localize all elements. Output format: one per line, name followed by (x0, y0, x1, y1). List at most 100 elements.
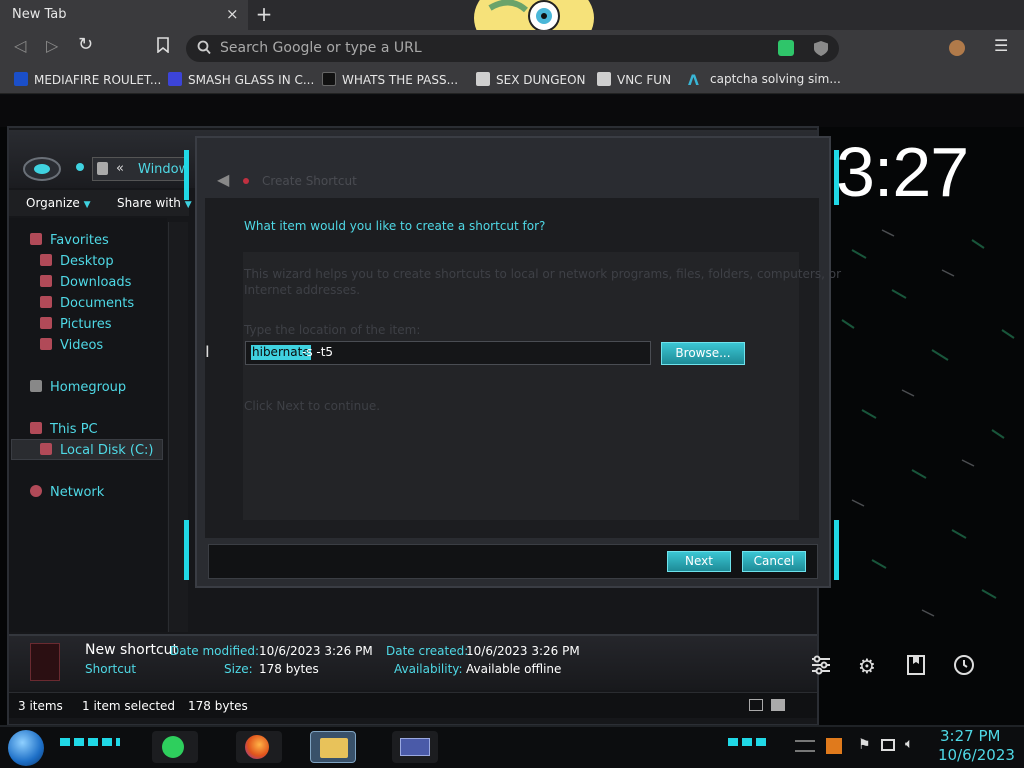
nav-label: Local Disk (C:) (60, 443, 154, 458)
nav-homegroup[interactable]: Homegroup (30, 380, 126, 395)
reload-icon[interactable]: ↻ (78, 34, 93, 55)
frame-glow-left-lower (184, 520, 189, 580)
nav-network[interactable]: Network (30, 485, 104, 500)
chevron-down-icon: ▼ (83, 200, 91, 210)
profile-avatar[interactable] (949, 40, 965, 56)
address-path: Window (138, 162, 190, 177)
next-button[interactable]: Next (667, 551, 731, 572)
picture-icon (40, 317, 52, 329)
video-icon (40, 338, 52, 350)
bookmark-whats-the-pass[interactable]: WHATS THE PASS... (322, 72, 458, 87)
flag-icon[interactable]: ⚑ (858, 737, 871, 753)
nav-label: Desktop (60, 254, 114, 269)
bookmark-label: VNC FUN (617, 73, 672, 87)
nav-downloads[interactable]: Downloads (40, 275, 131, 290)
nav-local-disk[interactable]: Local Disk (C:) (40, 443, 153, 458)
preview-view-icon[interactable] (771, 699, 785, 711)
taskbar-firefox[interactable] (236, 731, 282, 763)
dialog-icon (243, 178, 249, 184)
bookmark-widget-icon[interactable] (906, 654, 926, 681)
taskbar-spotify[interactable] (152, 731, 198, 763)
details-view-icon[interactable] (749, 699, 763, 711)
sliders-icon[interactable] (810, 654, 832, 681)
show-desktop-icon[interactable] (795, 740, 815, 752)
taskbar-glow-right (728, 738, 770, 746)
nav-label: Videos (60, 338, 104, 353)
continue-hint: Click Next to continue. (244, 399, 381, 413)
size-value: 178 bytes (259, 662, 319, 676)
bookmark-vnc-fun[interactable]: VNC FUN (597, 72, 671, 87)
bookmark-sex-dungeon[interactable]: SEX DUNGEON (476, 72, 586, 87)
bookmark-mediafire[interactable]: MEDIAFIRE ROULET... (14, 72, 161, 87)
organize-button[interactable]: Organize ▼ (26, 196, 91, 210)
selection-count: 1 item selected (82, 699, 176, 713)
search-icon (197, 40, 211, 60)
item-count: 3 items (18, 699, 63, 713)
shortcut-file-icon (30, 643, 60, 681)
cancel-button[interactable]: Cancel (742, 551, 806, 572)
nav-label: Homegroup (50, 380, 127, 395)
date-created-value: 10/6/2023 3:26 PM (466, 644, 580, 658)
bookmark-label: SEX DUNGEON (496, 73, 586, 87)
smash-icon (168, 72, 182, 86)
history-icon[interactable] (953, 654, 975, 681)
bookmark-smash-glass[interactable]: SMASH GLASS IN C... (168, 72, 314, 87)
nav-favorites[interactable]: Favorites (30, 233, 109, 248)
forward-icon[interactable]: ▷ (46, 36, 58, 55)
dialog-title: Create Shortcut (262, 174, 357, 188)
desktop-clock: 3:27 (836, 133, 969, 211)
nav-desktop[interactable]: Desktop (40, 254, 114, 269)
taskbar-dialog-app[interactable] (392, 731, 438, 763)
share-with-button[interactable]: Share with ▼ (117, 196, 192, 210)
bookmark-captcha[interactable]: Λcaptcha solving sim... (688, 72, 841, 89)
close-tab-icon[interactable]: × (226, 5, 239, 23)
nav-pictures[interactable]: Pictures (40, 317, 111, 332)
nav-orb-icon[interactable] (22, 155, 62, 187)
homegroup-icon (30, 380, 42, 392)
spotify-icon (162, 736, 184, 758)
gear-icon[interactable]: ⚙ (858, 654, 876, 678)
menu-icon[interactable]: ☰ (994, 36, 1008, 55)
desktop-wallpaper-streaks (841, 229, 1015, 617)
star-icon (30, 233, 42, 245)
wizard-intro: This wizard helps you to create shortcut… (244, 267, 842, 281)
nav-label: Network (50, 485, 105, 500)
start-button[interactable] (8, 730, 44, 766)
taskbar-explorer[interactable] (310, 731, 356, 763)
omnibox-placeholder: Search Google or type a URL (220, 40, 422, 56)
window-icon (400, 738, 430, 756)
mediafire-icon (14, 72, 28, 86)
tray-clock-time[interactable]: 3:27 PM (940, 727, 1000, 745)
captcha-icon: Λ (688, 73, 699, 89)
nav-label: Downloads (60, 275, 132, 290)
bookmark-icon[interactable] (157, 37, 169, 57)
share-with-label: Share with (117, 196, 181, 210)
nav-videos[interactable]: Videos (40, 338, 103, 353)
back-arrow-icon[interactable]: ◀ (217, 170, 229, 189)
volume-icon[interactable]: 🔈︎ (905, 736, 913, 752)
frame-glow-right-lower (834, 520, 839, 580)
nav-label: Documents (60, 296, 135, 311)
size-label: Size: (224, 662, 253, 676)
availability-label: Availability: (394, 662, 463, 676)
tray-app-icon[interactable] (826, 738, 842, 754)
new-tab-button[interactable]: + (253, 3, 275, 25)
bookmark-label: MEDIAFIRE ROULET... (34, 73, 162, 87)
tray-clock-date[interactable]: 10/6/2023 (938, 746, 1015, 764)
nav-this-pc[interactable]: This PC (30, 422, 98, 437)
shield-icon[interactable] (813, 40, 829, 61)
extension-icon[interactable] (778, 40, 794, 56)
breadcrumb-overflow[interactable]: « (116, 161, 124, 176)
browse-button[interactable]: Browse... (661, 342, 745, 365)
network-tray-icon[interactable] (881, 739, 895, 751)
browse-button-label: Browse... (661, 342, 745, 365)
download-icon (40, 275, 52, 287)
folder-icon (320, 738, 348, 758)
vnc-icon (476, 72, 490, 86)
location-input-text: -s -t5 (302, 345, 334, 359)
back-icon[interactable]: ◁ (14, 36, 26, 55)
desktop-top-strip (0, 95, 1024, 127)
bookmark-label: captcha solving sim... (710, 72, 841, 86)
vnc-icon (597, 72, 611, 86)
nav-documents[interactable]: Documents (40, 296, 134, 311)
